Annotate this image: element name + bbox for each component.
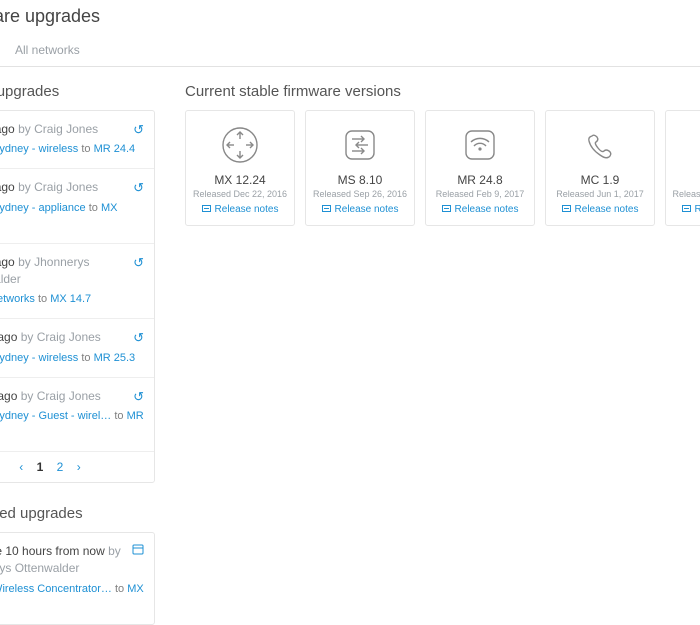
- firmware-card-mc: MC 1.9 Released Jun 1, 2017 Release note…: [545, 110, 655, 226]
- undo-icon[interactable]: ↺: [133, 329, 144, 348]
- stable-versions-heading: Current stable firmware versions: [185, 83, 700, 100]
- to-label: to: [89, 202, 98, 214]
- network-link[interactable]: Meraki Sydney - wireless: [0, 143, 78, 155]
- notes-icon: [442, 205, 451, 212]
- mr-icon: [430, 121, 530, 169]
- network-link[interactable]: Meraki Sydney - Guest - wirel…: [0, 410, 111, 422]
- ms-icon: [310, 121, 410, 169]
- pager-prev[interactable]: ‹: [19, 460, 23, 474]
- scheduled-upgrades-list: Upgrade 10 hours from now by Jhonnerys O…: [0, 532, 155, 625]
- to-label: to: [115, 583, 124, 595]
- to-label: to: [38, 293, 47, 305]
- pager: ‹ 1 2 ›: [0, 452, 154, 482]
- pager-page-2[interactable]: 2: [57, 460, 64, 474]
- upgrade-time: 5 days ago: [0, 255, 15, 269]
- release-notes-link[interactable]: Release notes: [430, 204, 530, 215]
- upgrade-time: Upgrade 10 hours from now: [0, 544, 105, 558]
- pager-next[interactable]: ›: [77, 460, 81, 474]
- firmware-version: MR 24.8: [430, 173, 530, 187]
- recent-upgrade-item: ↺ 3 days ago by Craig Jones Meraki Sydne…: [0, 111, 154, 169]
- firmware-release-date: Released Jun 1, 2017: [550, 189, 650, 199]
- to-label: to: [81, 143, 90, 155]
- firmware-version: MX 12.24: [190, 173, 290, 187]
- recent-upgrade-item: ↺ 3 days ago by Craig Jones Meraki Sydne…: [0, 169, 154, 243]
- target-version-link[interactable]: MR 25.3: [94, 352, 136, 364]
- scheduled-upgrades-heading: Scheduled upgrades: [0, 505, 155, 522]
- target-version-link[interactable]: MR 24.4: [94, 143, 136, 155]
- by-label: by Craig Jones: [18, 180, 98, 194]
- pager-page-1[interactable]: 1: [37, 460, 44, 474]
- upgrade-time: 3 days ago: [0, 180, 15, 194]
- recent-upgrade-item: ↺ 1 week ago by Craig Jones Meraki Sydne…: [0, 319, 154, 377]
- release-notes-link[interactable]: Release notes: [550, 204, 650, 215]
- notes-icon: [322, 205, 331, 212]
- network-link[interactable]: Meraki Sydney - appliance: [0, 202, 86, 214]
- upgrade-time: 1 week ago: [0, 389, 17, 403]
- by-label: by Craig Jones: [21, 389, 101, 403]
- firmware-version: MS 8.10: [310, 173, 410, 187]
- undo-icon[interactable]: ↺: [133, 121, 144, 140]
- mv-icon: [670, 121, 700, 169]
- firmware-release-date: Released Dec 22, 2016: [190, 189, 290, 199]
- to-label: to: [81, 352, 90, 364]
- release-notes-link[interactable]: Release notes: [670, 204, 700, 215]
- network-link[interactable]: Meraki Wireless Concentrator…: [0, 583, 112, 595]
- undo-icon[interactable]: ↺: [133, 388, 144, 407]
- firmware-version: MC 1.9: [550, 173, 650, 187]
- recent-upgrades-list: ↺ 3 days ago by Craig Jones Meraki Sydne…: [0, 110, 155, 483]
- mc-icon: [550, 121, 650, 169]
- network-link[interactable]: 20 MX networks: [0, 293, 35, 305]
- notes-icon: [562, 205, 571, 212]
- firmware-release-date: Released May 23, 2017: [670, 189, 700, 199]
- upgrade-time: 3 days ago: [0, 122, 15, 136]
- by-label: by Craig Jones: [18, 122, 98, 136]
- mx-icon: [190, 121, 290, 169]
- recent-upgrade-item: ↺ 5 days ago by Jhonnerys Ottenwalder 20…: [0, 244, 154, 320]
- by-label: by Craig Jones: [21, 330, 101, 344]
- network-link[interactable]: Meraki Sydney - wireless: [0, 352, 78, 364]
- recent-upgrade-item: ↺ 1 week ago by Craig Jones Meraki Sydne…: [0, 378, 154, 452]
- release-notes-link[interactable]: Release notes: [190, 204, 290, 215]
- notes-icon: [682, 205, 691, 212]
- firmware-card-mr: MR 24.8 Released Feb 9, 2017 Release not…: [425, 110, 535, 226]
- tab-all-networks[interactable]: All networks: [15, 37, 80, 66]
- undo-icon[interactable]: ↺: [133, 179, 144, 198]
- firmware-version: MV 2.1: [670, 173, 700, 187]
- firmware-cards-row: MX 12.24 Released Dec 22, 2016 Release n…: [185, 110, 700, 226]
- firmware-release-date: Released Feb 9, 2017: [430, 189, 530, 199]
- target-version-link[interactable]: MX 14.7: [50, 293, 91, 305]
- calendar-icon[interactable]: [132, 543, 144, 560]
- firmware-card-mx: MX 12.24 Released Dec 22, 2016 Release n…: [185, 110, 295, 226]
- to-label: to: [114, 410, 123, 422]
- release-notes-link[interactable]: Release notes: [310, 204, 410, 215]
- page-title: Firmware upgrades: [0, 0, 700, 37]
- scheduled-upgrade-item: Upgrade 10 hours from now by Jhonnerys O…: [0, 533, 154, 624]
- recent-upgrades-heading: Recent upgrades: [0, 83, 155, 100]
- firmware-card-mv: MV 2.1 Released May 23, 2017 Release not…: [665, 110, 700, 226]
- notes-icon: [202, 205, 211, 212]
- undo-icon[interactable]: ↺: [133, 254, 144, 273]
- firmware-release-date: Released Sep 26, 2016: [310, 189, 410, 199]
- tab-bar: Overview All networks: [0, 37, 700, 67]
- firmware-card-ms: MS 8.10 Released Sep 26, 2016 Release no…: [305, 110, 415, 226]
- upgrade-time: 1 week ago: [0, 330, 17, 344]
